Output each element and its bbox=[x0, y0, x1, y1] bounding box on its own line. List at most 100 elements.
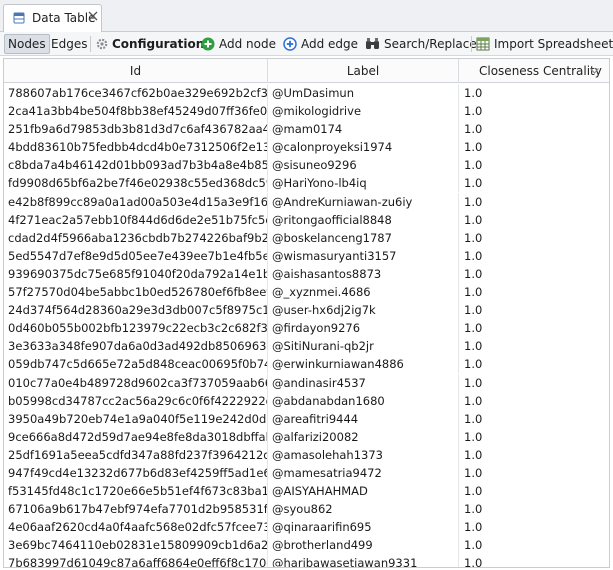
closeness-centrality-cell[interactable]: 1.0 bbox=[459, 229, 609, 247]
search-replace-button[interactable]: Search/Replace bbox=[365, 34, 477, 54]
table-row[interactable]: cdad2d4f5966aba1236cbdb7b274226baf9b2fb4… bbox=[4, 228, 609, 247]
table-row[interactable]: b05998cd34787cc2ac56a29c6c0f6f4222922d0d… bbox=[4, 391, 609, 410]
id-cell[interactable]: 24d374f564d28360a29e3d3db007c5f8975c18e2 bbox=[4, 301, 268, 320]
id-cell[interactable]: 7b683997d61049c87a6aff6864e0eff6f8c170e5 bbox=[4, 554, 268, 567]
label-cell[interactable]: @brotherland499 bbox=[268, 536, 459, 555]
closeness-centrality-cell[interactable]: 1.0 bbox=[459, 355, 609, 373]
label-cell[interactable]: @mikologidrive bbox=[268, 102, 459, 121]
label-cell[interactable]: @alfarizi20082 bbox=[268, 427, 459, 446]
closeness-centrality-cell[interactable]: 1.0 bbox=[459, 120, 609, 138]
label-cell[interactable]: @erwinkurniawan4886 bbox=[268, 355, 459, 374]
closeness-centrality-cell[interactable]: 1.0 bbox=[459, 138, 609, 156]
label-cell[interactable]: @HariYono-lb4iq bbox=[268, 174, 459, 193]
label-cell[interactable]: @aishasantos8873 bbox=[268, 264, 459, 283]
label-cell[interactable]: @calonproyeksi1974 bbox=[268, 138, 459, 157]
label-cell[interactable]: @firdayon9276 bbox=[268, 319, 459, 338]
closeness-centrality-cell[interactable]: 1.0 bbox=[459, 193, 609, 211]
edges-button[interactable]: Edges bbox=[51, 34, 87, 54]
label-cell[interactable]: @AISYAHAHMAD bbox=[268, 482, 459, 501]
closeness-centrality-cell[interactable]: 1.0 bbox=[459, 374, 609, 392]
label-cell[interactable]: @haribawasetiawan9331 bbox=[268, 554, 459, 567]
table-row[interactable]: 788607ab176ce3467cf62b0ae329e692b2cf38b8… bbox=[4, 84, 609, 102]
label-cell[interactable]: @andinasir4537 bbox=[268, 373, 459, 392]
label-cell[interactable]: @amasolehah1373 bbox=[268, 445, 459, 464]
id-cell[interactable]: 25df1691a5eea5cdfd347a88fd237f3964212d66 bbox=[4, 445, 268, 464]
id-cell[interactable]: 4f271eac2a57ebb10f844d6d6de2e51b75fc5d0e bbox=[4, 210, 268, 229]
label-cell[interactable]: @mam0174 bbox=[268, 120, 459, 139]
table-row[interactable]: 57f27570d04be5abbc1b0ed526780ef6fb8eefb1… bbox=[4, 283, 609, 302]
closeness-centrality-cell[interactable]: 1.0 bbox=[459, 428, 609, 446]
id-cell[interactable]: 9ce666a8d472d59d7ae94e8fe8da3018dbffaba6 bbox=[4, 427, 268, 446]
id-cell[interactable]: 57f27570d04be5abbc1b0ed526780ef6fb8eefb1 bbox=[4, 283, 268, 302]
id-cell[interactable]: 5ed5547d7ef8e9d5d05ee7e439ee7b1e4fb5e30d bbox=[4, 246, 268, 265]
id-cell[interactable]: 2ca41a3bb4be504f8bb38ef45249d07ff36fe0c2 bbox=[4, 102, 268, 121]
id-cell[interactable]: 939690375dc75e685f91040f20da792a14e1b077 bbox=[4, 264, 268, 283]
column-header-closeness-centrality[interactable]: Closeness Centrality bbox=[459, 59, 609, 83]
add-node-button[interactable]: Add node bbox=[201, 34, 276, 54]
id-cell[interactable]: 4bdd83610b75fedbb4dcd4b0e7312506f2e13e9b bbox=[4, 138, 268, 157]
closeness-centrality-cell[interactable]: 1.0 bbox=[459, 247, 609, 265]
column-header-id[interactable]: Id bbox=[4, 59, 268, 83]
id-cell[interactable]: 788607ab176ce3467cf62b0ae329e692b2cf38b8 bbox=[4, 84, 268, 102]
id-cell[interactable]: f53145fd48c1c1720e66e5b51ef4f673c83ba1c7 bbox=[4, 482, 268, 501]
close-icon[interactable] bbox=[88, 11, 98, 21]
import-spreadsheet-button[interactable]: Import Spreadsheet bbox=[476, 34, 613, 54]
closeness-centrality-cell[interactable]: 1.0 bbox=[459, 156, 609, 174]
label-cell[interactable]: @areafitri9444 bbox=[268, 409, 459, 428]
label-cell[interactable]: @ritongaofficial8848 bbox=[268, 210, 459, 229]
closeness-centrality-cell[interactable]: 1.0 bbox=[459, 84, 609, 102]
table-row[interactable]: 2ca41a3bb4be504f8bb38ef45249d07ff36fe0c2… bbox=[4, 102, 609, 121]
nodes-button[interactable]: Nodes bbox=[4, 34, 50, 54]
table-row[interactable]: 3950a49b720eb74e1a9a040f5e119e242d0dab73… bbox=[4, 409, 609, 428]
id-cell[interactable]: 947f49cd4e13232d677b6d83ef4259ff5ad1e62c bbox=[4, 463, 268, 482]
label-cell[interactable]: @user-hx6dj2ig7k bbox=[268, 301, 459, 320]
closeness-centrality-cell[interactable]: 1.0 bbox=[459, 211, 609, 229]
table-row[interactable]: 4e06aaf2620cd4a0f4aafc568e02dfc57fcee731… bbox=[4, 518, 609, 537]
closeness-centrality-cell[interactable]: 1.0 bbox=[459, 174, 609, 192]
table-row[interactable]: 4f271eac2a57ebb10f844d6d6de2e51b75fc5d0e… bbox=[4, 210, 609, 229]
label-cell[interactable]: @mamesatria9472 bbox=[268, 463, 459, 482]
closeness-centrality-cell[interactable]: 1.0 bbox=[459, 464, 609, 482]
closeness-centrality-cell[interactable]: 1.0 bbox=[459, 283, 609, 301]
id-cell[interactable]: 3e3633a348fe907da6a0d3ad492db85069631ac7 bbox=[4, 337, 268, 356]
table-row[interactable]: 5ed5547d7ef8e9d5d05ee7e439ee7b1e4fb5e30d… bbox=[4, 246, 609, 265]
label-cell[interactable]: @qinaraarifin695 bbox=[268, 518, 459, 537]
table-row[interactable]: 25df1691a5eea5cdfd347a88fd237f3964212d66… bbox=[4, 445, 609, 464]
table-row[interactable]: 9ce666a8d472d59d7ae94e8fe8da3018dbffaba6… bbox=[4, 427, 609, 446]
id-cell[interactable]: 059db747c5d665e72a5d848ceac00695f0b74363 bbox=[4, 355, 268, 374]
table-row[interactable]: 3e3633a348fe907da6a0d3ad492db85069631ac7… bbox=[4, 337, 609, 356]
label-cell[interactable]: @sisuneo9296 bbox=[268, 156, 459, 175]
table-row[interactable]: fd9908d65bf6a2be7f46e02938c55ed368dc598c… bbox=[4, 174, 609, 193]
table-row[interactable]: 67106a9b617b47ebf974efa7701d2b958531fee7… bbox=[4, 500, 609, 519]
closeness-centrality-cell[interactable]: 1.0 bbox=[459, 265, 609, 283]
closeness-centrality-cell[interactable]: 1.0 bbox=[459, 410, 609, 428]
closeness-centrality-cell[interactable]: 1.0 bbox=[459, 536, 609, 554]
id-cell[interactable]: c8bda7a4b46142d01bb093ad7b3b4a8e4b85c0e8 bbox=[4, 156, 268, 175]
id-cell[interactable]: 3950a49b720eb74e1a9a040f5e119e242d0dab73 bbox=[4, 409, 268, 428]
label-cell[interactable]: @boskelanceng1787 bbox=[268, 228, 459, 247]
id-cell[interactable]: fd9908d65bf6a2be7f46e02938c55ed368dc598c bbox=[4, 174, 268, 193]
table-row[interactable]: 939690375dc75e685f91040f20da792a14e1b077… bbox=[4, 264, 609, 283]
closeness-centrality-cell[interactable]: 1.0 bbox=[459, 446, 609, 464]
closeness-centrality-cell[interactable]: 1.0 bbox=[459, 319, 609, 337]
label-cell[interactable]: @syou862 bbox=[268, 500, 459, 519]
table-row[interactable]: f53145fd48c1c1720e66e5b51ef4f673c83ba1c7… bbox=[4, 482, 609, 501]
closeness-centrality-cell[interactable]: 1.0 bbox=[459, 102, 609, 120]
column-header-label[interactable]: Label bbox=[268, 59, 459, 83]
id-cell[interactable]: 0d460b055b002bfb123979c22ecb3c2c682f371e bbox=[4, 319, 268, 338]
label-cell[interactable]: @abdanabdan1680 bbox=[268, 391, 459, 410]
tab-data-table[interactable]: Data Table bbox=[3, 4, 102, 32]
id-cell[interactable]: e42b8f899cc89a0a1ad00a503e4d15a3e9f16070 bbox=[4, 192, 268, 211]
table-row[interactable]: e42b8f899cc89a0a1ad00a503e4d15a3e9f16070… bbox=[4, 192, 609, 211]
label-cell[interactable]: @SitiNurani-qb2jr bbox=[268, 337, 459, 356]
table-row[interactable]: c8bda7a4b46142d01bb093ad7b3b4a8e4b85c0e8… bbox=[4, 156, 609, 175]
id-cell[interactable]: 4e06aaf2620cd4a0f4aafc568e02dfc57fcee731 bbox=[4, 518, 268, 537]
label-cell[interactable]: @AndreKurniawan-zu6iy bbox=[268, 192, 459, 211]
label-cell[interactable]: @UmDasimun bbox=[268, 84, 459, 102]
table-row[interactable]: 7b683997d61049c87a6aff6864e0eff6f8c170e5… bbox=[4, 554, 609, 567]
closeness-centrality-cell[interactable]: 1.0 bbox=[459, 500, 609, 518]
add-edge-button[interactable]: Add edge bbox=[283, 34, 358, 54]
table-row[interactable]: 0d460b055b002bfb123979c22ecb3c2c682f371e… bbox=[4, 319, 609, 338]
closeness-centrality-cell[interactable]: 1.0 bbox=[459, 337, 609, 355]
table-row[interactable]: 059db747c5d665e72a5d848ceac00695f0b74363… bbox=[4, 355, 609, 374]
